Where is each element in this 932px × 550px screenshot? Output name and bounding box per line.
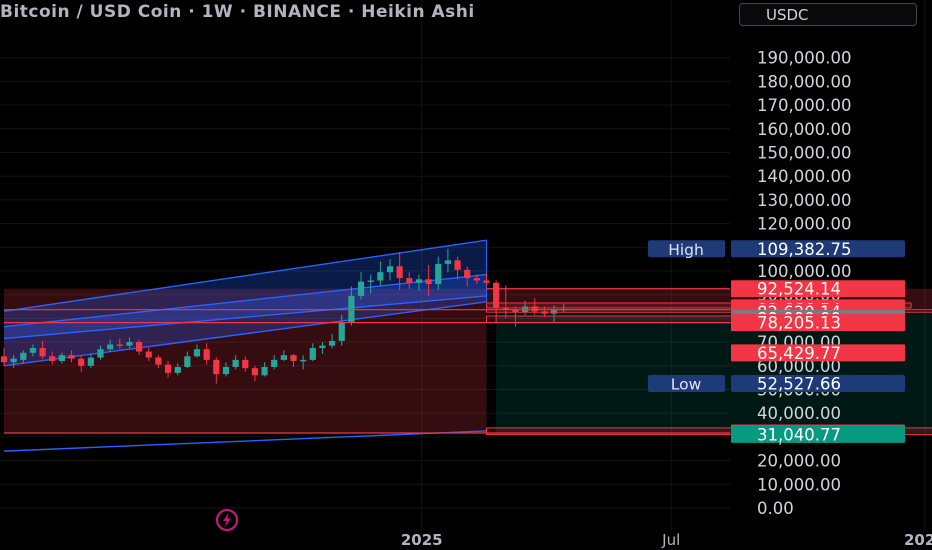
low-badge: Low 52,527.66 <box>648 375 905 394</box>
badge-label: Low <box>671 376 702 394</box>
candle-body <box>483 280 490 283</box>
candle-body <box>107 344 114 350</box>
channel-line[interactable] <box>3 430 487 452</box>
price-badge: 31,040.77 <box>731 425 905 444</box>
candle-body <box>329 340 336 346</box>
candle-body <box>309 348 316 360</box>
candle-body <box>319 345 326 349</box>
candle-body <box>164 364 172 373</box>
price-badge: 65,429.77 <box>731 344 905 363</box>
time-tick-label: 2025 <box>401 531 443 549</box>
candle-body <box>338 321 345 341</box>
candle-body <box>155 357 162 365</box>
time-tick-label: 2026 <box>904 531 932 549</box>
candle-body <box>58 355 65 362</box>
candle-body <box>78 358 85 366</box>
candle-body <box>10 358 17 363</box>
candle-body <box>290 355 297 362</box>
candle-body <box>116 344 123 346</box>
price-tick-label: 10,000.00 <box>757 475 841 494</box>
candle-body <box>29 348 37 353</box>
candle-body <box>49 356 56 362</box>
candle-body <box>261 366 268 376</box>
candle-body <box>242 359 249 369</box>
price-tick-label: 120,000.00 <box>757 215 851 234</box>
high-badge: High 109,382.75 <box>648 240 905 259</box>
price-chart[interactable]: 190,000.00 180,000.00 170,000.00 160,000.00… <box>0 0 932 550</box>
candle-body <box>126 342 133 346</box>
candle-body <box>377 272 384 281</box>
candle-body <box>386 266 394 273</box>
price-tick-label: 0.00 <box>757 499 794 518</box>
candle-body <box>464 269 471 279</box>
candle-body <box>251 368 258 376</box>
price-tick-label: 150,000.00 <box>757 144 851 163</box>
candle-body <box>396 266 403 279</box>
price-badge: 92,524.14 <box>731 280 905 299</box>
candle-body <box>222 366 230 375</box>
badge-value: 109,382.75 <box>757 240 851 259</box>
candle-body <box>444 260 451 264</box>
candle-body <box>87 357 94 366</box>
price-tick-label: 130,000.00 <box>757 191 851 210</box>
candle-body <box>300 359 307 362</box>
candle-body <box>473 278 480 281</box>
candle-body <box>203 349 210 360</box>
price-tick-label: 170,000.00 <box>757 96 851 115</box>
price-tick-label: 40,000.00 <box>757 404 841 423</box>
candle-body <box>136 342 143 352</box>
price-tick-label: 100,000.00 <box>757 262 851 281</box>
candle-body <box>271 359 278 367</box>
chart-title: Bitcoin / USD Coin · 1W · BINANCE · Heik… <box>0 2 475 22</box>
price-tick-label: 20,000.00 <box>757 452 841 471</box>
candle-body <box>232 359 239 367</box>
price-badge-value: 65,429.77 <box>757 344 841 363</box>
price-tick-label: 140,000.00 <box>757 167 851 186</box>
candle-body <box>435 263 442 285</box>
price-tick-label: 190,000.00 <box>757 49 851 68</box>
candle-body <box>20 352 27 360</box>
candle-body <box>184 356 191 367</box>
price-badge-value: 92,524.14 <box>757 280 841 299</box>
candle-body <box>193 349 201 357</box>
candle-body <box>280 355 287 360</box>
time-tick-label: Jul <box>661 531 680 549</box>
candle-body <box>39 348 46 357</box>
price-badge-value: 78,205.13 <box>757 314 841 333</box>
candle-body <box>348 295 355 322</box>
candle-body <box>406 278 413 283</box>
candle-body <box>174 366 181 373</box>
currency-button[interactable]: USDC <box>739 3 917 26</box>
price-tick-label: 160,000.00 <box>757 120 851 139</box>
lightning-icon[interactable] <box>215 508 239 532</box>
candle-body <box>367 280 374 282</box>
candle-body <box>425 279 432 285</box>
badge-value: 52,527.66 <box>757 375 841 394</box>
candle-body <box>145 351 152 358</box>
candle-body <box>97 349 104 358</box>
candle-body <box>68 355 75 359</box>
time-axis[interactable]: 2025 Jul 2026 <box>401 531 932 549</box>
candle-body <box>454 260 461 270</box>
candle-body <box>357 281 365 296</box>
badge-label: High <box>668 241 704 259</box>
candle-body <box>0 356 8 363</box>
candle-body <box>415 279 423 283</box>
price-badge-value: 31,040.77 <box>757 425 841 444</box>
candle-body <box>213 359 220 375</box>
price-tick-label: 180,000.00 <box>757 72 851 91</box>
price-badge: 78,205.13 <box>731 314 905 333</box>
